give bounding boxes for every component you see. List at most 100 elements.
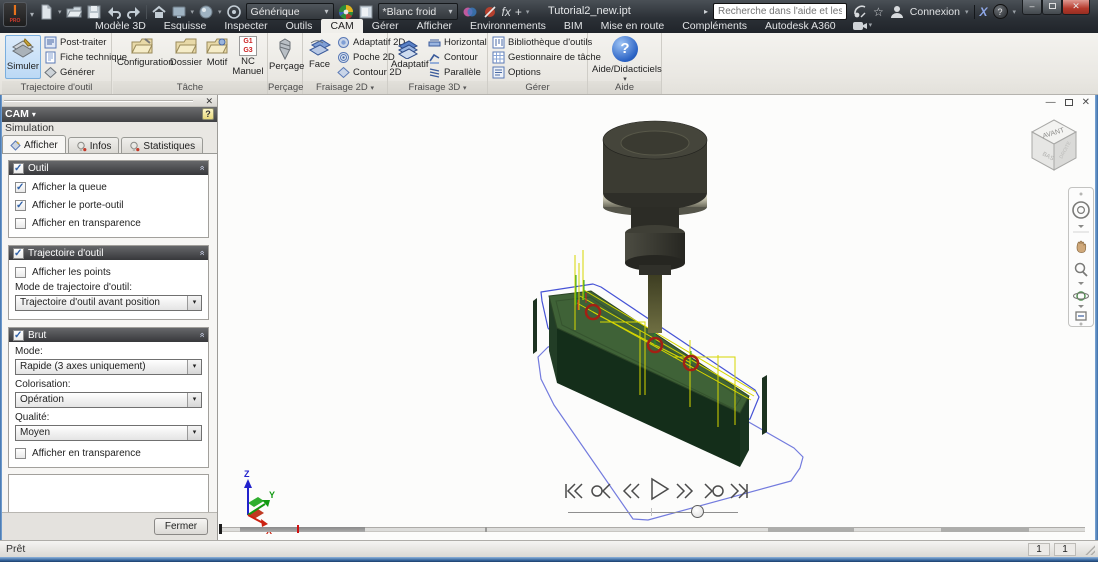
visual-style-icon[interactable]	[171, 4, 187, 20]
tab-gerer[interactable]: Gérer	[363, 19, 408, 33]
home-view-icon[interactable]	[151, 4, 167, 20]
percage-button[interactable]: Perçage	[268, 35, 304, 79]
next-operation-button[interactable]	[703, 480, 725, 502]
horizontal-button[interactable]: Horizontal	[428, 35, 487, 50]
adaptatif-button[interactable]: Adaptatif	[390, 35, 429, 79]
panel-close-icon[interactable]: ✕	[205, 95, 213, 107]
model-viewport[interactable]: Z Y X — ✕ AVANT BAS DROITE	[218, 95, 1098, 540]
trajectoire-checkbox[interactable]: ✓	[13, 247, 24, 259]
sign-in-caret-icon[interactable]: ▾	[965, 8, 969, 16]
user-icon[interactable]	[889, 4, 905, 20]
help-icon[interactable]: ?	[992, 4, 1008, 19]
doc-close-icon[interactable]: ✕	[1082, 97, 1090, 108]
screencast-icon[interactable]: ▾	[845, 19, 881, 33]
simulation-slider-track[interactable]	[568, 512, 738, 513]
tool-spindle[interactable]	[602, 120, 708, 333]
zoom-icon[interactable]	[1074, 262, 1088, 277]
panel-help-icon[interactable]: ?	[202, 108, 214, 120]
doc-restore-icon[interactable]	[1064, 99, 1073, 106]
redo-icon[interactable]	[126, 4, 142, 20]
parameters-fx-icon[interactable]: fx	[502, 6, 511, 18]
pan-hand-icon[interactable]	[1076, 240, 1087, 253]
measure-icon[interactable]	[226, 4, 242, 20]
mode-trajectoire-dropdown[interactable]: Trajectoire d'outil avant position ▾	[15, 295, 202, 311]
bibliotheque-outils-button[interactable]: Bibliothèque d'outils	[492, 35, 601, 50]
checkbox-row-points[interactable]: ✓ Afficher les points	[15, 267, 202, 278]
maximize-button[interactable]	[1042, 0, 1062, 15]
timeline-current-position[interactable]	[297, 525, 299, 533]
adjust-appearance-icon[interactable]	[462, 4, 478, 20]
open-folder-icon[interactable]	[65, 4, 82, 20]
steering-wheel-icon[interactable]	[1072, 201, 1090, 219]
new-file-caret-icon[interactable]: ▾	[58, 8, 62, 16]
material-caret-icon[interactable]: ▾	[218, 8, 222, 16]
collapse-chevron-icon[interactable]: »	[196, 165, 206, 170]
panel-grab-handle[interactable]	[4, 100, 193, 102]
tab-outils[interactable]: Outils	[277, 19, 322, 33]
timeline-segment[interactable]	[768, 527, 854, 532]
collapse-chevron-icon[interactable]: »	[196, 332, 206, 337]
wheel-caret-icon[interactable]	[1078, 225, 1084, 228]
close-button[interactable]: ✕	[1062, 0, 1090, 15]
face-button[interactable]: Face	[304, 35, 335, 79]
panel-header[interactable]: CAM ▾ ?	[0, 107, 217, 122]
tab-autodesk-a360[interactable]: Autodesk A360	[756, 19, 845, 33]
go-to-start-button[interactable]	[562, 480, 584, 502]
doc-minimize-icon[interactable]: —	[1046, 97, 1056, 108]
afficher-points-checkbox[interactable]: ✓	[15, 267, 26, 278]
qualite-dropdown[interactable]: Moyen ▾	[15, 425, 202, 441]
collapse-chevron-icon[interactable]: »	[196, 250, 206, 255]
orbit-icon[interactable]	[1072, 291, 1090, 301]
visual-style-caret-icon[interactable]: ▾	[191, 8, 195, 16]
favorites-star-icon[interactable]: ☆	[873, 6, 884, 18]
group-brut-header[interactable]: ✓ Brut »	[9, 328, 208, 342]
options-button[interactable]: Options	[492, 65, 601, 80]
tab-esquisse[interactable]: Esquisse	[155, 19, 216, 33]
tab-environnements[interactable]: Environnements	[461, 19, 555, 33]
material-ball-icon[interactable]	[198, 4, 214, 20]
minimize-button[interactable]: –	[1022, 0, 1042, 15]
appearance-dropdown[interactable]: *Blanc froid ▾	[377, 3, 458, 20]
application-menu-button[interactable]: I PRO	[3, 2, 27, 27]
group-outil-header[interactable]: ✓ Outil »	[9, 161, 208, 175]
panel-label-aide[interactable]: Aide	[588, 81, 661, 94]
simuler-button[interactable]: Simuler	[5, 35, 41, 79]
panel-label-percage[interactable]: Perçage	[268, 81, 303, 94]
colorisation-dropdown[interactable]: Opération ▾	[15, 392, 202, 408]
afficher-porte-outil-checkbox[interactable]: ✓	[15, 200, 26, 211]
aide-didacticiels-button[interactable]: ? Aide/Didacticiels ▾	[592, 35, 662, 83]
tab-complements[interactable]: Compléments	[673, 19, 756, 33]
simulation-slider-handle[interactable]	[691, 505, 704, 518]
view-cube[interactable]: AVANT BAS DROITE	[1024, 111, 1084, 178]
appearance-swatch-icon[interactable]	[358, 4, 374, 20]
panel-label-trajectoire[interactable]: Trajectoire d'outil	[2, 81, 111, 94]
tab-afficher[interactable]: Afficher	[2, 135, 66, 154]
tab-afficher[interactable]: Afficher	[408, 19, 461, 33]
panel-label-gerer[interactable]: Gérer	[488, 81, 587, 94]
qat-customize-caret-icon[interactable]: ▾	[526, 8, 530, 16]
tab-inspecter[interactable]: Inspecter	[215, 19, 276, 33]
step-back-button[interactable]	[619, 480, 641, 502]
look-at-icon[interactable]	[1075, 311, 1087, 321]
checkbox-row-transparence[interactable]: ✓ Afficher en transparence	[15, 218, 202, 229]
play-button[interactable]	[645, 476, 671, 502]
navigation-bar[interactable]	[1068, 187, 1094, 327]
contour-3d-button[interactable]: Contour	[428, 50, 487, 65]
material-style-dropdown[interactable]: Générique ▾	[245, 3, 334, 20]
checkbox-row-brut-transparence[interactable]: ✓ Afficher en transparence	[15, 448, 202, 459]
outil-checkbox[interactable]: ✓	[13, 162, 24, 174]
tab-bim[interactable]: BIM	[555, 19, 592, 33]
communication-center-icon[interactable]	[852, 4, 868, 20]
configuration-button[interactable]: Configuration	[117, 36, 174, 68]
panel-title-strip[interactable]: ✕	[0, 95, 217, 107]
panel-label-tache[interactable]: Tâche	[113, 81, 267, 94]
previous-operation-button[interactable]	[590, 480, 612, 502]
checkbox-row-porte-outil[interactable]: ✓ Afficher le porte-outil	[15, 200, 202, 211]
parallele-button[interactable]: Parallèle	[428, 65, 487, 80]
tab-cam[interactable]: CAM	[321, 19, 363, 33]
zoom-caret-icon[interactable]	[1078, 282, 1084, 285]
panel-label-fraisage-2d[interactable]: Fraisage 2D ▾	[303, 81, 387, 94]
tab-statistiques[interactable]: Statistiques	[121, 137, 204, 154]
new-file-icon[interactable]	[38, 4, 54, 20]
timeline-segment[interactable]	[240, 527, 365, 532]
